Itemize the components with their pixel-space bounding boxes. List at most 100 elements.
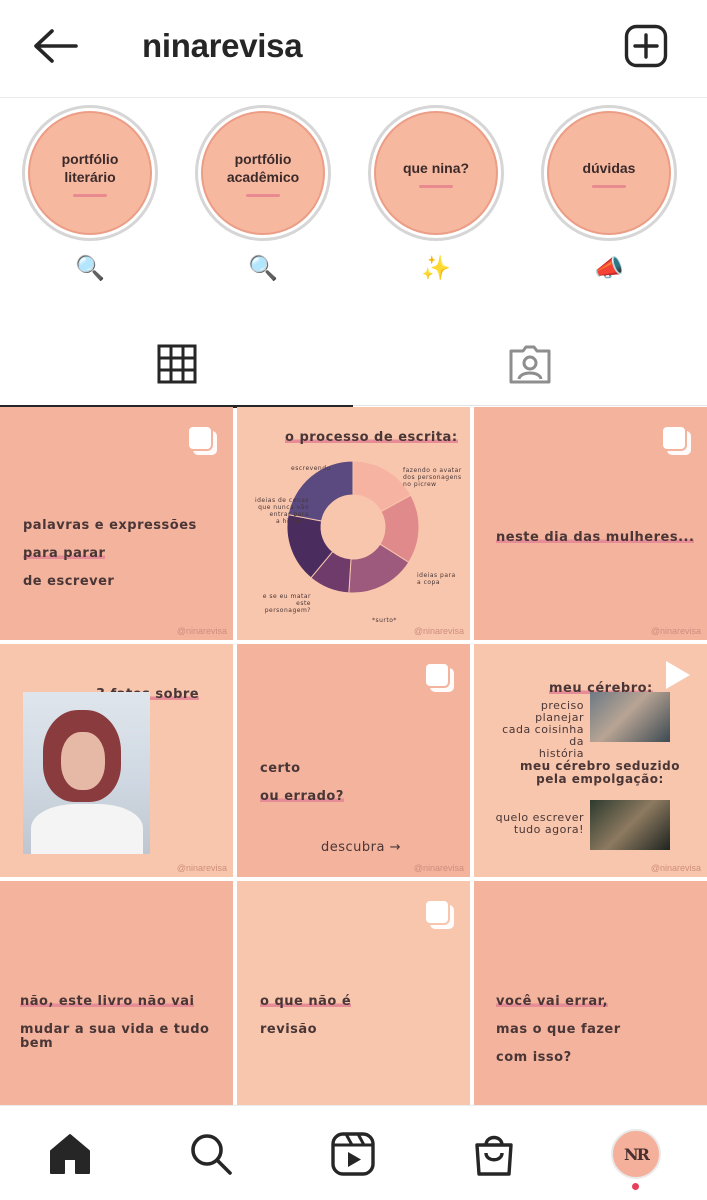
post-handle: @ninarevisa: [413, 626, 464, 636]
nav-shop[interactable]: [464, 1126, 524, 1182]
post-handle: @ninarevisa: [176, 863, 227, 873]
chart-label: ideias para a copa: [417, 572, 456, 586]
profile-username: ninarevisa: [142, 27, 303, 64]
post-line: para parar: [23, 546, 106, 561]
post-line: meu cérebro seduzido pela empolgação:: [520, 759, 680, 786]
post-text: o que não é revisão: [260, 981, 352, 1037]
tagged-person-icon: [509, 345, 550, 384]
highlight-title: que nina?: [402, 159, 470, 176]
post-line: revisão: [260, 1022, 318, 1037]
highlight-ring: dúvidas: [541, 105, 677, 241]
highlight-title: portfólio acadêmico: [226, 150, 300, 185]
carousel-icon: [424, 899, 454, 929]
grid-icon: [157, 344, 196, 384]
highlight-underline: [246, 193, 280, 197]
nav-search[interactable]: [181, 1126, 241, 1182]
post-text: você vai errar, mas o que fazer com isso…: [496, 981, 621, 1065]
reels-icon: [331, 1132, 375, 1176]
post-tile[interactable]: você vai errar, mas o que fazer com isso…: [474, 881, 707, 1114]
post-tile[interactable]: palavras e expressões para parar de escr…: [0, 407, 233, 640]
highlight-cover: portfólio acadêmico: [201, 111, 325, 235]
chart-label: escrevendo: [291, 465, 331, 472]
post-text: não, este livro não vai mudar a sua vida…: [20, 981, 233, 1051]
highlight-underline: [592, 184, 626, 188]
post-line: neste dia das mulheres...: [496, 530, 695, 545]
profile-photo: [23, 692, 150, 854]
chart-label: ideias de cenas que nunca vão entrar par…: [254, 497, 309, 525]
post-line: o que não é: [260, 994, 352, 1009]
post-line: ou errado?: [260, 789, 344, 804]
post-line: palavras e expressões: [23, 518, 197, 533]
posts-grid: palavras e expressões para parar de escr…: [0, 407, 707, 1114]
post-handle: @ninarevisa: [176, 626, 227, 636]
highlight-que-nina[interactable]: que nina? ✨: [366, 105, 506, 283]
home-icon: [50, 1134, 90, 1174]
post-tile[interactable]: o que não é revisão: [237, 881, 470, 1114]
post-handle: @ninarevisa: [650, 863, 701, 873]
photo-face: [61, 732, 105, 790]
post-line: com isso?: [496, 1050, 572, 1065]
post-handle: @ninarevisa: [413, 863, 464, 873]
magnifier-emoji-icon: 🔍: [248, 255, 278, 282]
tab-tagged[interactable]: [353, 322, 706, 406]
highlight-cover: dúvidas: [547, 111, 671, 235]
top-bar: ninarevisa: [0, 0, 707, 98]
story-highlights: portfólio literário 🔍 portfólio acadêmic…: [0, 100, 707, 290]
post-line: preciso planejar cada coisinha da histór…: [502, 699, 584, 760]
post-tile[interactable]: certo ou errado? descubra → @ninarevisa: [237, 644, 470, 877]
post-tile[interactable]: 3 fatos sobre mim @ninarevisa: [0, 644, 233, 877]
profile-tabs: [0, 322, 707, 408]
highlight-portfolio-literario[interactable]: portfólio literário 🔍: [20, 105, 160, 283]
post-tile[interactable]: neste dia das mulheres... @ninarevisa: [474, 407, 707, 640]
highlight-title: portfólio literário: [61, 150, 119, 185]
post-line: mas o que fazer: [496, 1022, 621, 1037]
megaphone-emoji-icon: 📣: [594, 255, 624, 282]
post-line: de escrever: [23, 574, 115, 589]
post-cta: descubra →: [321, 840, 401, 855]
chart-label: *surto*: [372, 617, 397, 624]
nav-reels[interactable]: [323, 1126, 383, 1182]
meme-image-excited: [590, 800, 670, 850]
post-line: não, este livro não vai: [20, 994, 195, 1009]
post-tile[interactable]: não, este livro não vai mudar a sua vida…: [0, 881, 233, 1114]
chart-label: e se eu matar este personagem?: [262, 593, 311, 614]
highlight-cover: que nina?: [374, 111, 498, 235]
highlight-duvidas[interactable]: dúvidas 📣: [539, 105, 679, 283]
post-line: certo: [260, 761, 301, 776]
carousel-icon: [424, 662, 454, 692]
bottom-navigation: NR: [0, 1105, 707, 1200]
highlight-underline: [73, 193, 107, 197]
chart-label: fazendo o avatar dos personagens no picr…: [403, 467, 462, 488]
post-tile[interactable]: meu cérebro: preciso planejar cada coisi…: [474, 644, 707, 877]
meme-image-crying: [590, 692, 670, 742]
nav-home[interactable]: [40, 1126, 100, 1182]
magnifier-emoji-icon: 🔍: [75, 255, 105, 282]
carousel-icon: [661, 425, 691, 455]
post-line: você vai errar,: [496, 994, 609, 1009]
highlight-underline: [419, 184, 453, 188]
highlight-title: dúvidas: [582, 159, 636, 176]
arrow-left-icon: [34, 29, 78, 63]
new-post-button[interactable]: [621, 22, 671, 70]
avatar: NR: [611, 1129, 661, 1179]
plus-square-icon: [624, 24, 668, 68]
photo-shirt: [31, 804, 143, 854]
post-text: certo ou errado?: [260, 748, 344, 804]
post-text: neste dia das mulheres...: [496, 517, 695, 545]
back-button[interactable]: [28, 24, 82, 68]
sparkles-emoji-icon: ✨: [421, 255, 451, 282]
post-tile[interactable]: o processo de escrita: escrevendo fazend…: [237, 407, 470, 640]
highlight-ring: que nina?: [368, 105, 504, 241]
nav-profile[interactable]: NR: [606, 1126, 666, 1182]
tab-posts-grid[interactable]: [0, 322, 353, 408]
post-line: quelo escrever tudo agora!: [495, 811, 584, 836]
highlight-ring: portfólio acadêmico: [195, 105, 331, 241]
highlight-portfolio-academico[interactable]: portfólio acadêmico 🔍: [193, 105, 333, 283]
post-line: mudar a sua vida e tudo bem: [20, 1022, 210, 1051]
post-text: palavras e expressões para parar de escr…: [23, 505, 197, 589]
play-reel-icon: [666, 661, 690, 689]
shopping-bag-icon: [475, 1135, 513, 1176]
highlight-cover: portfólio literário: [28, 111, 152, 235]
highlight-ring: portfólio literário: [22, 105, 158, 241]
post-handle: @ninarevisa: [650, 626, 701, 636]
